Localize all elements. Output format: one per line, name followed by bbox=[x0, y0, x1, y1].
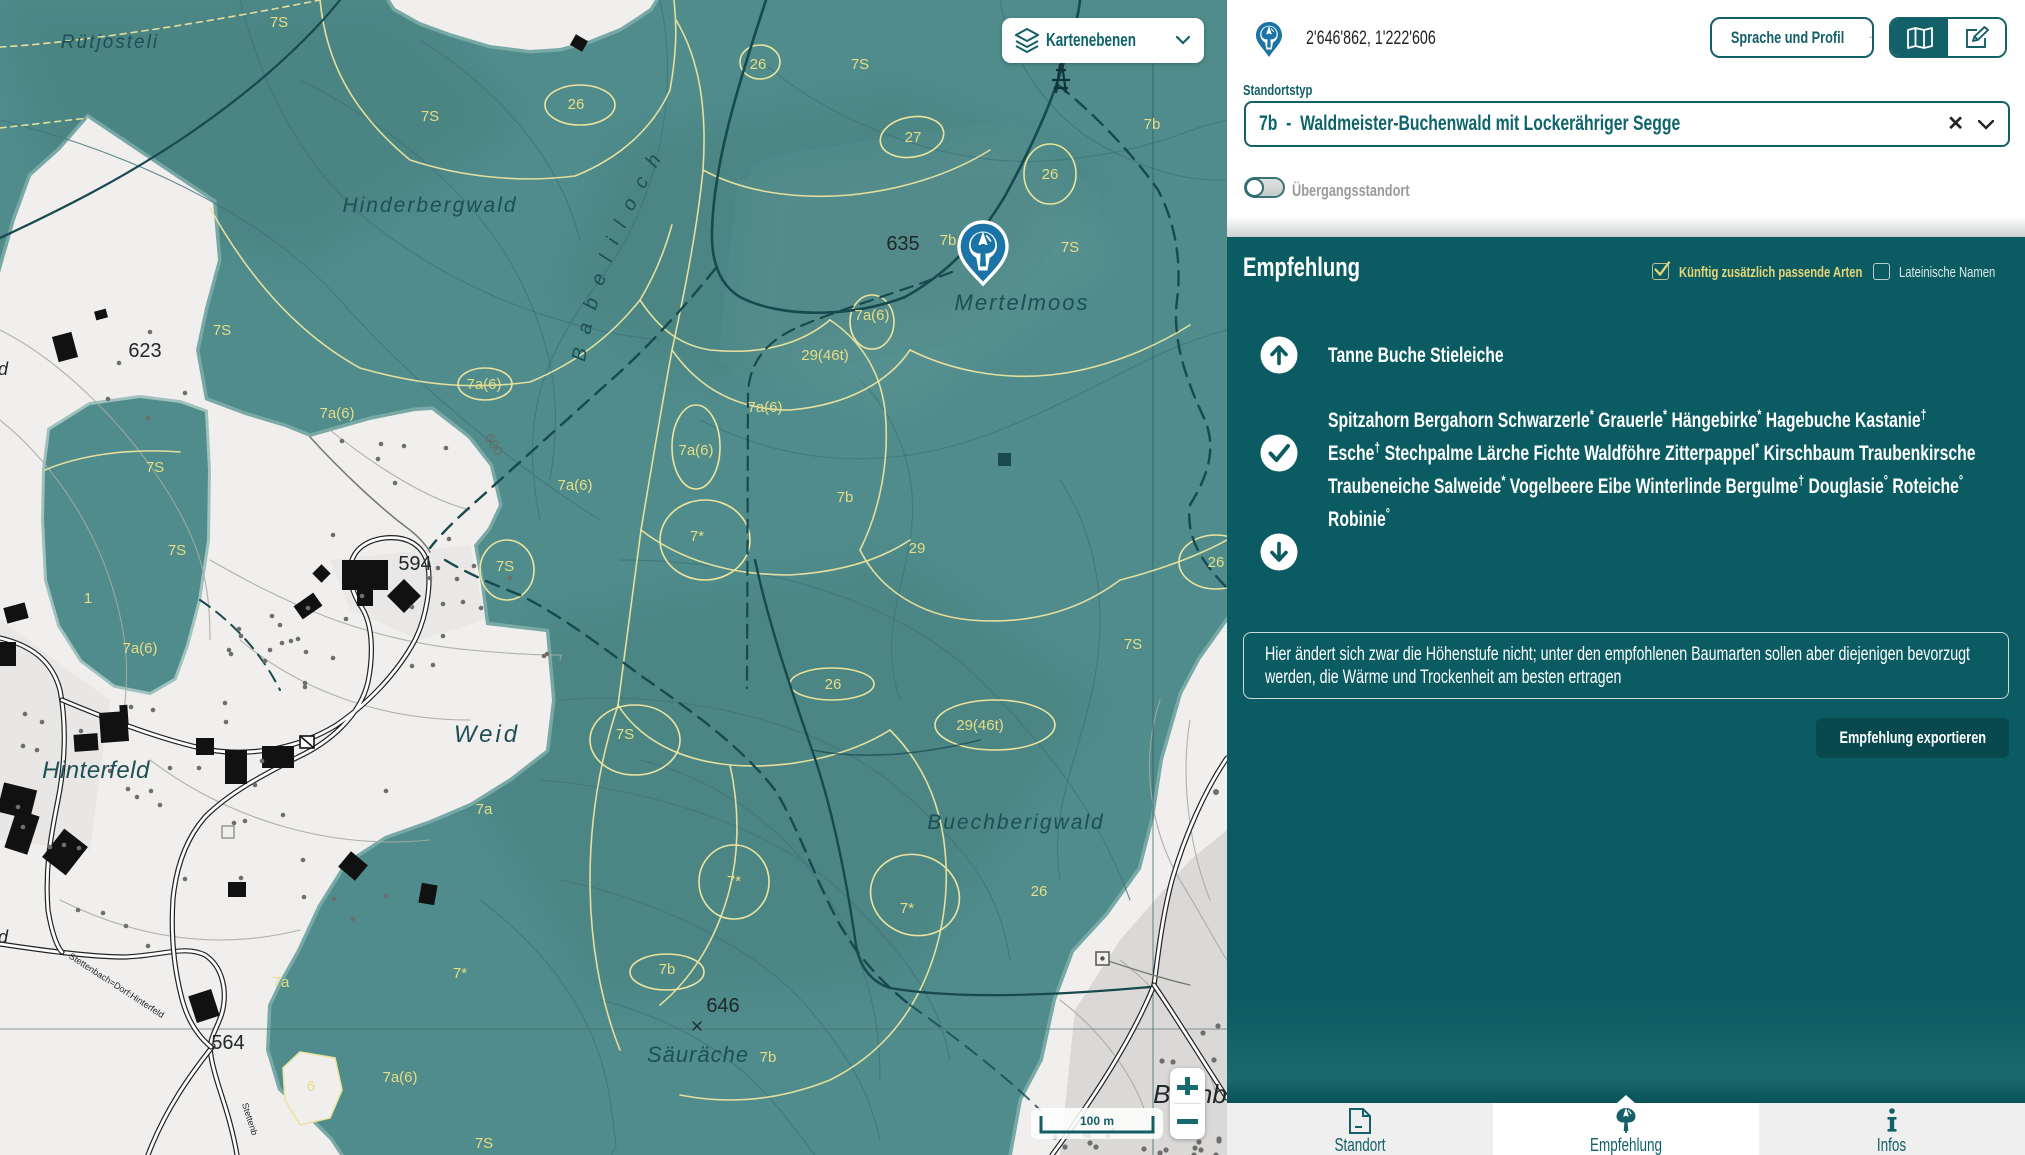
svg-text:7S: 7S bbox=[168, 542, 186, 559]
svg-text:6: 6 bbox=[307, 1078, 315, 1095]
svg-text:Weid: Weid bbox=[454, 721, 520, 748]
svg-text:d: d bbox=[0, 927, 9, 947]
svg-text:564: 564 bbox=[211, 1032, 244, 1054]
svg-text:7*: 7* bbox=[453, 965, 467, 982]
svg-text:7b: 7b bbox=[659, 961, 676, 978]
svg-text:26: 26 bbox=[1208, 554, 1225, 571]
svg-text:7S: 7S bbox=[616, 726, 634, 743]
svg-text:7a: 7a bbox=[273, 974, 290, 991]
svg-text:26: 26 bbox=[1042, 166, 1059, 183]
svg-text:7S: 7S bbox=[475, 1135, 493, 1152]
svg-text:7a: 7a bbox=[476, 801, 493, 818]
svg-text:Säuräche: Säuräche bbox=[647, 1042, 749, 1067]
svg-text:Mertelmoos: Mertelmoos bbox=[955, 290, 1090, 315]
svg-text:d: d bbox=[0, 359, 9, 379]
svg-text:7b: 7b bbox=[837, 489, 854, 506]
svg-text:26: 26 bbox=[568, 96, 585, 113]
svg-text:7a(6): 7a(6) bbox=[557, 477, 592, 494]
svg-text:623: 623 bbox=[128, 340, 161, 362]
svg-text:Rütjosteli: Rütjosteli bbox=[61, 32, 159, 53]
svg-text:7a(6): 7a(6) bbox=[382, 1069, 417, 1086]
svg-text:7a(6): 7a(6) bbox=[854, 307, 889, 324]
svg-text:7*: 7* bbox=[690, 528, 704, 545]
svg-text:26: 26 bbox=[750, 56, 767, 73]
svg-text:7a(6): 7a(6) bbox=[678, 442, 713, 459]
svg-text:7S: 7S bbox=[421, 108, 439, 125]
svg-text:26: 26 bbox=[825, 676, 842, 693]
svg-text:26: 26 bbox=[1031, 883, 1048, 900]
svg-text:Hinderbergwald: Hinderbergwald bbox=[342, 194, 517, 217]
svg-text:7S: 7S bbox=[1061, 239, 1079, 256]
svg-text:1: 1 bbox=[84, 590, 92, 607]
svg-text:7*: 7* bbox=[900, 900, 914, 917]
svg-text:7S: 7S bbox=[1124, 636, 1142, 653]
svg-text:7b: 7b bbox=[760, 1049, 777, 1066]
svg-text:7a(6): 7a(6) bbox=[747, 399, 782, 416]
svg-text:29(46t): 29(46t) bbox=[956, 717, 1004, 734]
svg-text:29(46t): 29(46t) bbox=[801, 347, 849, 364]
svg-text:7a(6): 7a(6) bbox=[122, 640, 157, 657]
svg-text:7S: 7S bbox=[851, 56, 869, 73]
svg-text:7b: 7b bbox=[940, 232, 957, 249]
svg-text:Buechberigwald: Buechberigwald bbox=[927, 811, 1104, 834]
svg-text:7a(6): 7a(6) bbox=[319, 405, 354, 422]
svg-text:7S: 7S bbox=[213, 322, 231, 339]
svg-text:646: 646 bbox=[706, 995, 739, 1017]
svg-text:Hinterfeld: Hinterfeld bbox=[42, 757, 150, 784]
svg-text:594: 594 bbox=[398, 553, 431, 575]
svg-text:7S: 7S bbox=[496, 558, 514, 575]
svg-text:7*: 7* bbox=[727, 873, 741, 890]
svg-text:7S: 7S bbox=[270, 14, 288, 31]
svg-text:635: 635 bbox=[886, 233, 919, 255]
svg-text:29: 29 bbox=[909, 540, 926, 557]
svg-text:7a(6): 7a(6) bbox=[466, 376, 501, 393]
svg-text:7b: 7b bbox=[1144, 116, 1161, 133]
svg-text:7S: 7S bbox=[146, 459, 164, 476]
svg-text:27: 27 bbox=[905, 129, 922, 146]
